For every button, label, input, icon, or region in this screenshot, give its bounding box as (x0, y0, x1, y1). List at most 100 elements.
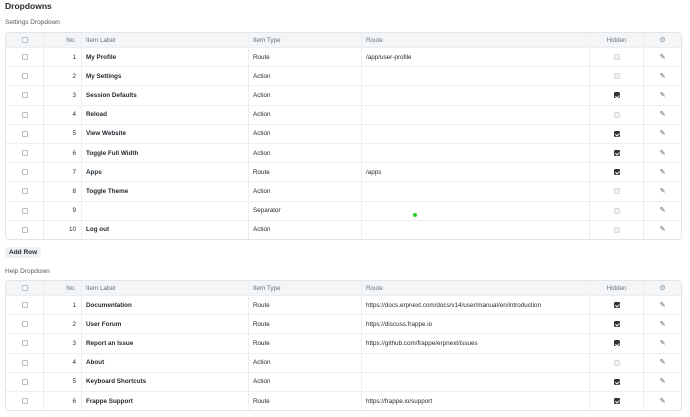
row-edit-cell[interactable]: ✎ (644, 86, 681, 104)
row-label[interactable]: My Profile (82, 48, 249, 67)
row-type[interactable]: Route (249, 391, 362, 411)
hidden-checkbox[interactable] (613, 169, 620, 176)
row-edit-cell[interactable]: ✎ (644, 354, 681, 372)
row-hidden-cell[interactable] (590, 86, 644, 105)
edit-icon[interactable]: ✎ (660, 111, 666, 118)
row-route[interactable] (362, 86, 590, 105)
row-edit-cell[interactable]: ✎ (644, 125, 681, 143)
row-hidden-cell[interactable] (590, 143, 644, 163)
row-edit-cell[interactable]: ✎ (644, 163, 681, 181)
hidden-checkbox[interactable] (613, 340, 620, 347)
table-row[interactable]: 4 Reload Action ✎ (6, 104, 681, 124)
row-edit-cell[interactable]: ✎ (644, 373, 681, 391)
row-route[interactable] (362, 372, 590, 391)
row-route[interactable] (362, 201, 590, 220)
table-row[interactable]: 7 Apps Route/apps ✎ (6, 162, 681, 182)
row-route[interactable]: https://github.com/frappe/erpnext/issues (362, 334, 590, 353)
row-type[interactable]: Action (249, 353, 362, 372)
row-edit-cell[interactable]: ✎ (644, 296, 681, 314)
row-route[interactable]: /app/user-profile (362, 48, 590, 67)
row-hidden-cell[interactable] (590, 220, 644, 239)
table-row[interactable]: 1 My Profile Route/app/user-profile ✎ (6, 47, 681, 67)
row-edit-cell[interactable]: ✎ (644, 67, 681, 85)
row-select-cell[interactable] (6, 182, 44, 201)
gear-icon[interactable]: ⚙ (659, 285, 665, 292)
row-route[interactable] (362, 143, 590, 163)
row-select-checkbox[interactable] (21, 359, 28, 366)
gear-icon[interactable]: ⚙ (659, 37, 665, 44)
row-hidden-cell[interactable] (590, 353, 644, 372)
row-edit-cell[interactable]: ✎ (644, 221, 681, 239)
table-row[interactable]: 2 My Settings Action ✎ (6, 66, 681, 86)
row-select-cell[interactable] (6, 220, 44, 239)
edit-icon[interactable]: ✎ (660, 169, 666, 176)
row-edit-cell[interactable]: ✎ (644, 315, 681, 333)
row-select-checkbox[interactable] (21, 321, 28, 328)
column-settings-cell[interactable]: ⚙ (644, 33, 681, 47)
add-row-button[interactable]: Add Row (5, 247, 42, 258)
table-row[interactable]: 2 User Forum Route https://discuss.frappe.i… (6, 314, 681, 334)
table-row[interactable]: 6 Toggle Full Width Action ✎ (6, 142, 681, 163)
edit-icon[interactable]: ✎ (660, 150, 666, 157)
row-hidden-cell[interactable] (590, 163, 644, 182)
row-select-cell[interactable] (6, 105, 44, 124)
select-all-checkbox[interactable] (21, 285, 28, 291)
row-hidden-cell[interactable] (590, 296, 644, 315)
row-type[interactable]: Route (249, 334, 362, 353)
row-edit-cell[interactable]: ✎ (644, 182, 681, 200)
edit-icon[interactable]: ✎ (660, 378, 666, 385)
edit-icon[interactable]: ✎ (660, 302, 666, 309)
row-select-checkbox[interactable] (21, 92, 28, 99)
row-select-checkbox[interactable] (21, 302, 28, 309)
table-row[interactable]: 8 Toggle Theme Action ✎ (6, 181, 681, 201)
edit-icon[interactable]: ✎ (660, 226, 666, 233)
edit-icon[interactable]: ✎ (660, 398, 666, 405)
row-label[interactable]: Report an Issue (82, 334, 249, 353)
row-type[interactable]: Action (249, 67, 362, 86)
row-hidden-cell[interactable] (590, 372, 644, 391)
edit-icon[interactable]: ✎ (660, 207, 666, 214)
row-label[interactable]: About (82, 353, 249, 372)
row-edit-cell[interactable]: ✎ (644, 202, 681, 220)
row-route[interactable] (362, 67, 590, 86)
row-select-checkbox[interactable] (21, 130, 28, 137)
row-hidden-cell[interactable] (590, 391, 644, 411)
row-hidden-cell[interactable] (590, 105, 644, 124)
table-row[interactable]: 3 Report an Issue Route https://github.com/… (6, 333, 681, 353)
row-edit-cell[interactable]: ✎ (644, 392, 681, 410)
row-label[interactable]: Frappe Support (82, 391, 249, 411)
row-select-checkbox[interactable] (21, 340, 28, 347)
row-select-cell[interactable] (6, 67, 44, 86)
row-select-checkbox[interactable] (21, 378, 28, 385)
row-label[interactable]: Toggle Full Width (82, 143, 249, 163)
edit-icon[interactable]: ✎ (660, 340, 666, 347)
row-select-checkbox[interactable] (21, 169, 28, 176)
row-select-checkbox[interactable] (21, 398, 28, 405)
row-label[interactable]: Documentation (82, 296, 249, 315)
row-type[interactable]: Route (249, 315, 362, 334)
row-select-checkbox[interactable] (21, 73, 28, 80)
row-select-cell[interactable] (6, 48, 44, 67)
row-route[interactable] (362, 182, 590, 201)
edit-icon[interactable]: ✎ (660, 188, 666, 195)
table-row[interactable]: 5 Keyboard Shortcuts Action ✎ (6, 371, 681, 391)
row-edit-cell[interactable]: ✎ (644, 144, 681, 162)
row-hidden-cell[interactable] (590, 67, 644, 86)
row-label[interactable] (82, 201, 249, 220)
edit-icon[interactable]: ✎ (660, 130, 666, 137)
row-edit-cell[interactable]: ✎ (644, 334, 681, 352)
row-type[interactable]: Action (249, 372, 362, 391)
row-hidden-cell[interactable] (590, 334, 644, 353)
row-type[interactable]: Action (249, 124, 362, 143)
row-select-checkbox[interactable] (21, 226, 28, 233)
hidden-checkbox[interactable] (613, 92, 620, 99)
edit-icon[interactable]: ✎ (660, 92, 666, 99)
row-select-cell[interactable] (6, 353, 44, 372)
table-row[interactable]: 10 Log out Action ✎ (6, 219, 681, 239)
row-label[interactable]: Keyboard Shortcuts (82, 372, 249, 391)
row-type[interactable]: Action (249, 86, 362, 105)
row-select-checkbox[interactable] (21, 111, 28, 118)
hidden-checkbox[interactable] (613, 398, 620, 405)
row-route[interactable]: https://frappe.io/support (362, 391, 590, 411)
table-row[interactable]: 1 Documentation Route https://docs.erpnext.… (6, 295, 681, 315)
